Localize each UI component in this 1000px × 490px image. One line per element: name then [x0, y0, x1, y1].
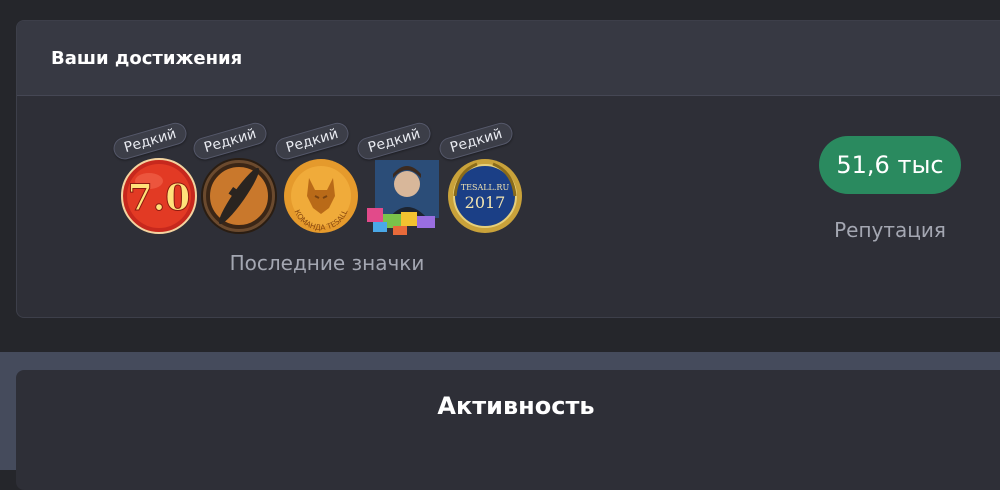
- submarine-badge-icon: [201, 158, 277, 234]
- achievements-header: Ваши достижения: [17, 21, 1000, 96]
- recent-badges: 7.0 Редкий Редкий КОМАНДА TESALL Редкий …: [110, 120, 537, 235]
- badge-4[interactable]: Редкий: [354, 120, 447, 235]
- reputation-label: Репутация: [834, 218, 946, 242]
- svg-text:TESALL.RU: TESALL.RU: [461, 183, 510, 192]
- activity-card: Активность: [16, 370, 1000, 490]
- svg-text:7.0: 7.0: [128, 177, 191, 219]
- activity-title: Активность: [437, 392, 595, 420]
- achievements-card: Ваши достижения 7.0 Редкий Редкий КОМАНД…: [16, 20, 1000, 318]
- badge-2[interactable]: Редкий: [190, 120, 283, 234]
- svg-text:2017: 2017: [465, 193, 506, 212]
- achievements-title: Ваши достижения: [51, 47, 243, 69]
- tesall-2017-laurel-badge-icon: TESALL.RU 2017: [448, 159, 522, 233]
- wolf-team-tesall-badge-icon: КОМАНДА TESALL: [284, 159, 358, 233]
- badge-5[interactable]: TESALL.RU 2017 Редкий: [436, 120, 529, 233]
- reputation-value-pill[interactable]: 51,6 тыс: [819, 136, 961, 194]
- badge-3[interactable]: КОМАНДА TESALL Редкий: [272, 120, 365, 233]
- portrait-with-gifts-badge-icon: [367, 160, 439, 235]
- achievements-body: 7.0 Редкий Редкий КОМАНДА TESALL Редкий …: [17, 96, 1000, 317]
- badges-caption: Последние значки: [229, 251, 425, 275]
- version-7-medal-icon: 7.0: [121, 158, 197, 234]
- badge-1[interactable]: 7.0 Редкий: [110, 120, 203, 234]
